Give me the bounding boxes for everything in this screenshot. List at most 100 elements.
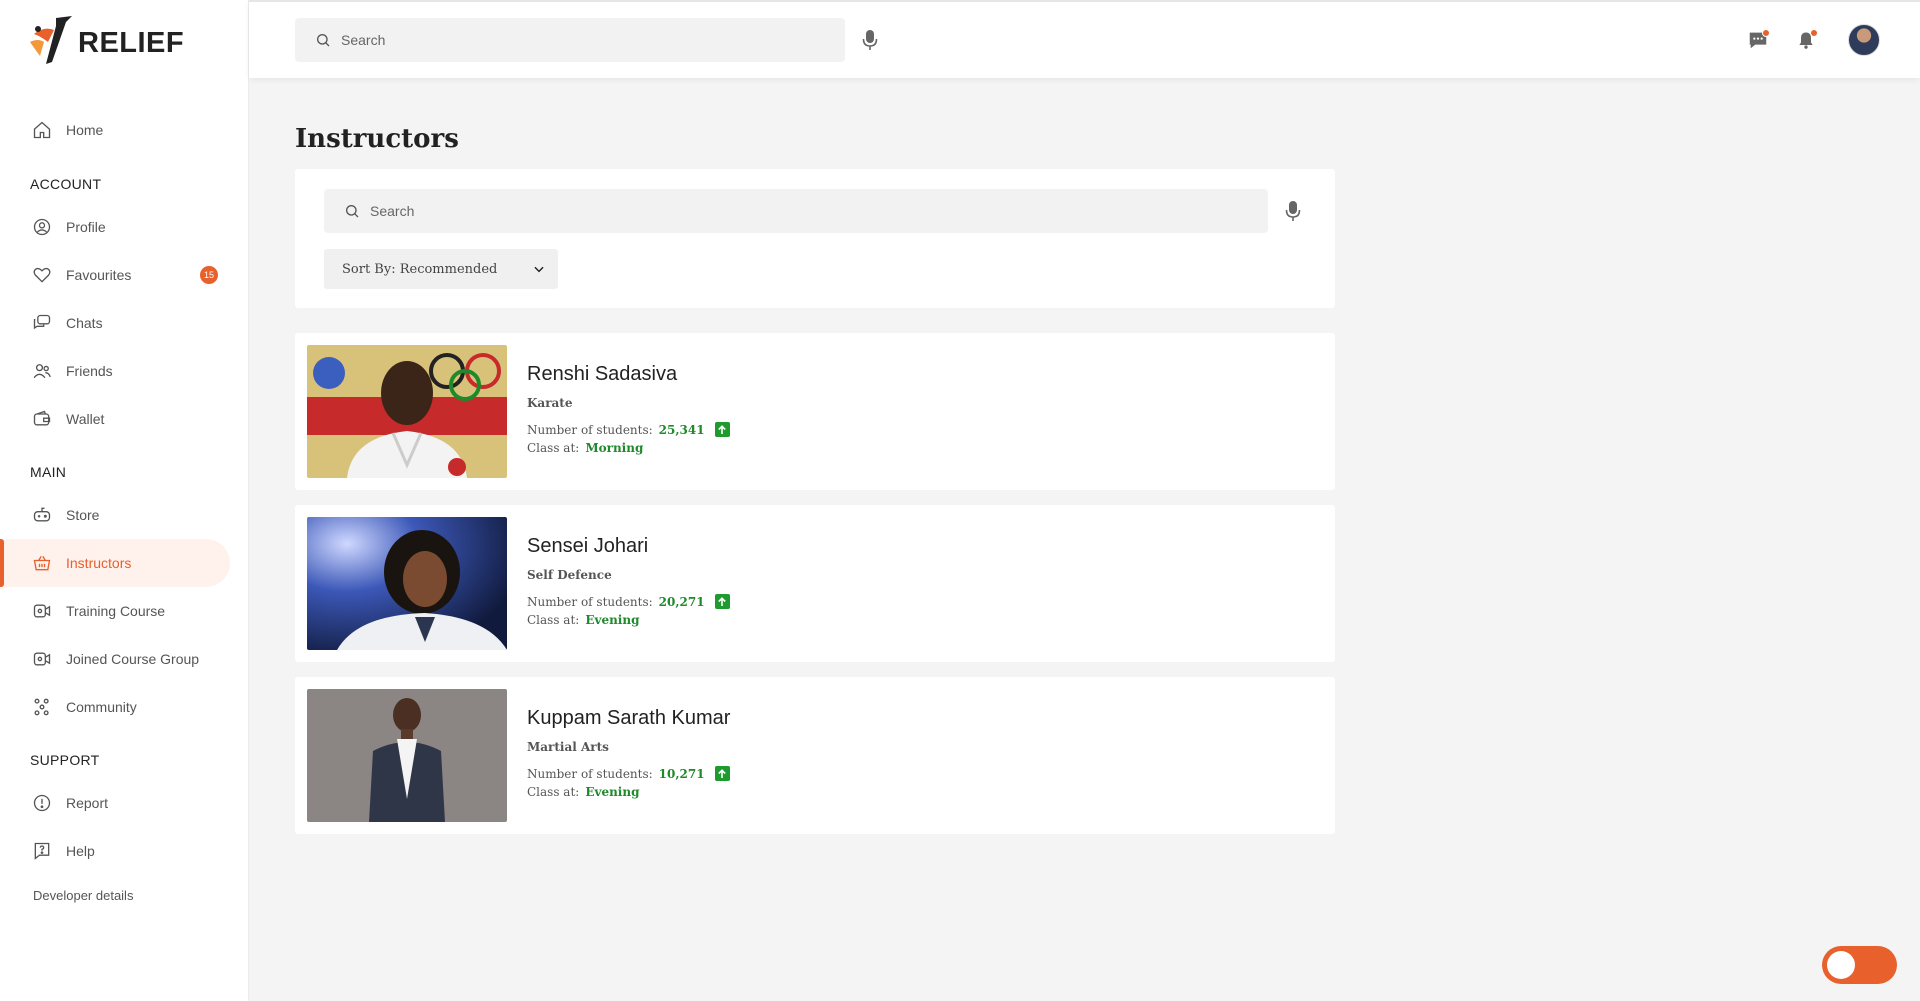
basket-icon	[32, 553, 52, 573]
video-camera-icon	[32, 601, 52, 621]
class-time-stat: Class at: Morning	[527, 441, 643, 455]
instructor-discipline: Self Defence	[527, 568, 612, 582]
brand-name: RELIEF	[78, 26, 185, 59]
sidebar-item-wallet[interactable]: Wallet	[0, 395, 230, 443]
logo-mark-icon	[26, 12, 78, 68]
students-label: Number of students:	[527, 422, 653, 437]
sidebar-item-store[interactable]: Store	[0, 491, 230, 539]
students-count: 10,271	[658, 766, 705, 781]
developer-details-link[interactable]: Developer details	[33, 888, 133, 903]
students-stat: Number of students: 25,341	[527, 422, 730, 437]
search-icon	[317, 34, 330, 47]
messages-notification-dot	[1762, 29, 1770, 37]
class-time-stat: Class at: Evening	[527, 613, 639, 627]
sidebar-item-label: Training Course	[66, 603, 166, 619]
class-label: Class at:	[527, 441, 580, 455]
sidebar-item-label: Instructors	[66, 555, 132, 571]
class-time-stat: Class at: Evening	[527, 785, 639, 799]
users-icon	[32, 361, 52, 381]
sidebar-item-community[interactable]: Community	[0, 683, 230, 731]
favourites-count-badge: 15	[200, 266, 218, 284]
students-stat: Number of students: 20,271	[527, 594, 730, 609]
theme-toggle[interactable]	[1822, 946, 1897, 984]
students-label: Number of students:	[527, 766, 653, 781]
instructor-name[interactable]: Kuppam Sarath Kumar	[527, 707, 730, 730]
instructor-card[interactable]: Kuppam Sarath Kumar Martial Arts Number …	[295, 677, 1335, 834]
class-label: Class at:	[527, 785, 580, 799]
sort-dropdown[interactable]: Sort By: Recommended	[324, 249, 558, 289]
bell-icon[interactable]	[1792, 26, 1820, 54]
instructor-card[interactable]: Renshi Sadasiva Karate Number of student…	[295, 333, 1335, 490]
video-camera-icon	[32, 649, 52, 669]
sidebar-item-joined-course-group[interactable]: Joined Course Group	[0, 635, 230, 683]
help-icon	[32, 841, 52, 861]
section-account: ACCOUNT	[30, 176, 102, 192]
arrow-up-icon	[714, 766, 730, 781]
sidebar-item-home[interactable]: Home	[0, 106, 230, 154]
community-icon	[32, 697, 52, 717]
sidebar-item-label: Report	[66, 795, 109, 811]
sidebar-item-label: Store	[66, 507, 100, 523]
sidebar-item-report[interactable]: Report	[0, 779, 230, 827]
instructor-card[interactable]: Sensei Johari Self Defence Number of stu…	[295, 505, 1335, 662]
students-label: Number of students:	[527, 594, 653, 609]
filter-panel: Search Sort By: Recommended	[295, 169, 1335, 308]
arrow-up-icon	[714, 422, 730, 437]
top-header: Search	[249, 0, 1920, 78]
sidebar-item-label: Favourites	[66, 267, 132, 283]
sidebar-item-label: Wallet	[66, 411, 105, 427]
sidebar-item-training-course[interactable]: Training Course	[0, 587, 230, 635]
section-main: MAIN	[30, 464, 67, 480]
bell-notification-dot	[1810, 29, 1818, 37]
sidebar-item-label: Help	[66, 843, 95, 859]
class-time: Morning	[585, 441, 644, 455]
students-count: 25,341	[658, 422, 705, 437]
alert-circle-icon	[32, 793, 52, 813]
sidebar-item-label: Chats	[66, 315, 103, 331]
sort-dropdown-label: Sort By: Recommended	[342, 261, 498, 277]
search-mic-icon[interactable]	[1283, 199, 1303, 223]
sidebar-item-instructors[interactable]: Instructors	[0, 539, 230, 587]
search-icon	[346, 205, 359, 218]
sidebar-item-friends[interactable]: Friends	[0, 347, 230, 395]
chat-bubbles-icon	[32, 313, 52, 333]
messages-icon[interactable]	[1744, 26, 1772, 54]
user-circle-icon	[32, 217, 52, 237]
sidebar: RELIEF Home ACCOUNT Profile Favourites 1…	[0, 0, 249, 1001]
instructor-photo[interactable]	[307, 345, 507, 478]
gamepad-icon	[32, 505, 52, 525]
user-avatar[interactable]	[1848, 24, 1880, 56]
sidebar-item-label: Profile	[66, 219, 106, 235]
sidebar-item-help[interactable]: Help	[0, 827, 230, 875]
section-support: SUPPORT	[30, 752, 100, 768]
header-search-placeholder: Search	[341, 32, 386, 48]
sidebar-item-profile[interactable]: Profile	[0, 203, 230, 251]
sidebar-item-favourites[interactable]: Favourites 15	[0, 251, 230, 299]
instructor-photo[interactable]	[307, 689, 507, 822]
instructor-discipline: Karate	[527, 396, 573, 410]
chevron-down-icon	[534, 266, 544, 273]
sidebar-item-label: Home	[66, 122, 104, 138]
sidebar-item-label: Joined Course Group	[66, 651, 200, 667]
sidebar-item-chats[interactable]: Chats	[0, 299, 230, 347]
header-mic-icon[interactable]	[860, 28, 880, 52]
sidebar-item-label: Community	[66, 699, 137, 715]
instructor-photo[interactable]	[307, 517, 507, 650]
arrow-up-icon	[714, 594, 730, 609]
instructor-name[interactable]: Renshi Sadasiva	[527, 363, 677, 386]
heart-icon	[32, 265, 52, 285]
toggle-knob	[1827, 951, 1855, 979]
instructor-name[interactable]: Sensei Johari	[527, 535, 648, 558]
sidebar-item-label: Friends	[66, 363, 113, 379]
home-icon	[32, 120, 52, 140]
search-placeholder: Search	[370, 203, 415, 219]
class-label: Class at:	[527, 613, 580, 627]
instructor-search-input[interactable]: Search	[324, 189, 1268, 233]
instructor-discipline: Martial Arts	[527, 740, 609, 754]
students-count: 20,271	[658, 594, 705, 609]
page-title: Instructors	[295, 124, 459, 154]
wallet-icon	[32, 409, 52, 429]
logo[interactable]: RELIEF	[26, 12, 184, 68]
header-search-input[interactable]: Search	[295, 18, 845, 62]
class-time: Evening	[585, 785, 640, 799]
